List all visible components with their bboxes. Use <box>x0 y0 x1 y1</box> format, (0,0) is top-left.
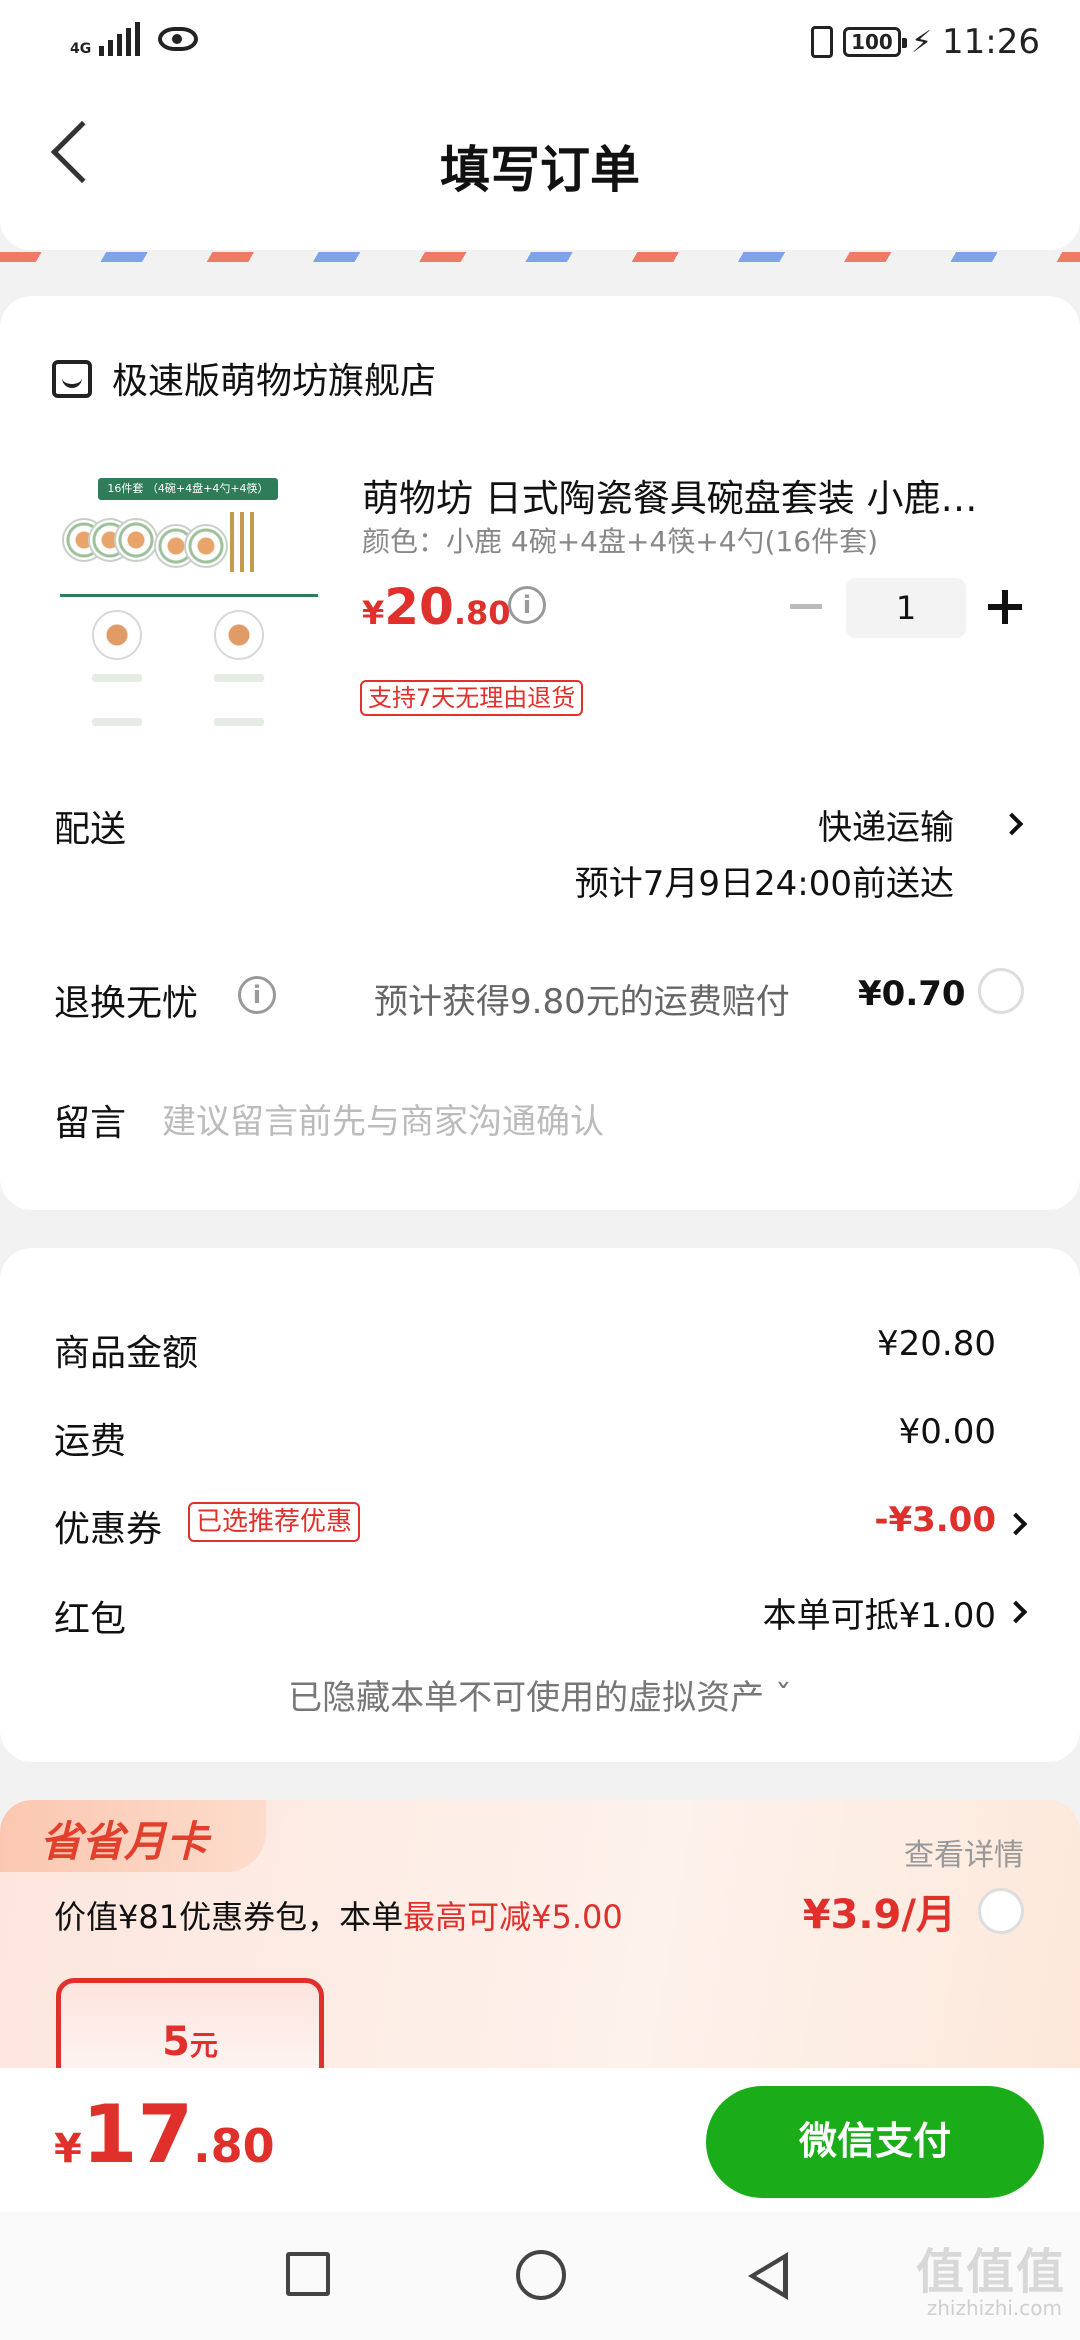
delivery-eta: 预计7月9日24:00前送达 <box>574 864 954 904</box>
order-card <box>0 296 1080 1210</box>
caption-bar <box>92 718 142 726</box>
product-thumbnail[interactable]: 16件套 （4碗+4盘+4勺+4筷） <box>54 468 324 738</box>
month-card-radio[interactable] <box>978 1888 1024 1934</box>
month-card-desc-highlight: 最高可减¥5.00 <box>403 1898 623 1936</box>
home-icon[interactable] <box>516 2250 566 2300</box>
wechat-pay-button[interactable]: 微信支付 <box>706 2086 1044 2198</box>
network-type: 4G <box>70 41 92 57</box>
product-spec[interactable]: 颜色：小鹿 4碗+4盘+4筷+4勺(16件套) <box>362 520 878 560</box>
return-insurance-label: 退换无忧 <box>54 983 199 1024</box>
quantity-plus-icon[interactable] <box>1002 590 1008 624</box>
message-label: 留言 <box>54 1103 127 1144</box>
coupon-selected-badge: 已选推荐优惠 <box>188 1502 361 1542</box>
goods-amount-value: ¥20.80 <box>877 1324 996 1364</box>
total-integer: 17 <box>81 2088 194 2181</box>
price-integer: 20 <box>384 578 454 636</box>
shipping-label: 运费 <box>54 1421 127 1462</box>
price-currency: ¥ <box>362 594 385 632</box>
view-details-link[interactable]: 查看详情 <box>904 1830 1024 1874</box>
signal-icon: 4G <box>70 22 141 57</box>
hidden-assets-toggle[interactable]: 已隐藏本单不可使用的虚拟资产 ˇ <box>0 1670 1080 1719</box>
eye-icon <box>158 27 199 51</box>
return-insurance-price: ¥0.70 <box>858 974 966 1014</box>
price-decimal: .80 <box>453 594 511 632</box>
quantity-minus-button[interactable] <box>790 604 822 609</box>
plate-image <box>92 610 142 660</box>
caption-bar <box>214 718 264 726</box>
bowl-image <box>214 610 264 660</box>
nav-back-icon[interactable] <box>748 2252 788 2300</box>
airmail-stripe-divider <box>0 252 1080 262</box>
caption-bar <box>214 674 264 682</box>
thumbnail-divider <box>60 594 318 597</box>
coupon-value[interactable]: -¥3.00 <box>874 1500 996 1540</box>
checkout-bar: ¥17.80 微信支付 <box>0 2068 1080 2212</box>
charging-icon: ⚡ <box>910 24 933 60</box>
chopstick-image <box>230 512 234 572</box>
goods-amount-label: 商品金额 <box>54 1333 199 1374</box>
message-input[interactable]: 建议留言前先与商家沟通确认 <box>162 1094 604 1143</box>
product-title[interactable]: 萌物坊 日式陶瓷餐具碗盘套装 小鹿… <box>362 468 1022 522</box>
chopstick-image <box>240 512 244 572</box>
month-card-price: ¥3.9/月 <box>802 1892 956 1938</box>
watermark-url: zhizhizhi.com <box>926 2296 1062 2320</box>
insurance-info-icon[interactable]: i <box>238 976 276 1014</box>
month-card-desc-prefix: 价值¥81优惠券包，本单 <box>54 1898 404 1936</box>
vibrate-icon <box>810 26 833 58</box>
return-policy-badge: 支持7天无理由退货 <box>360 680 584 716</box>
delivery-label: 配送 <box>54 809 127 850</box>
shipping-value: ¥0.00 <box>898 1412 996 1452</box>
month-card-promo: 省省月卡 查看详情 价值¥81优惠券包，本单最高可减¥5.00 ¥3.9/月 5… <box>0 1800 1080 2100</box>
caption-bar <box>92 674 142 682</box>
red-packet-value[interactable]: 本单可抵¥1.00 <box>763 1588 996 1637</box>
red-packet-label: 红包 <box>54 1599 127 1640</box>
bowl-image <box>114 518 158 562</box>
battery-icon: 100 <box>842 27 907 57</box>
return-insurance-radio[interactable] <box>978 968 1024 1014</box>
bowl-image <box>184 524 228 568</box>
quantity-input[interactable]: 1 <box>846 578 966 638</box>
watermark: 值值值 <box>915 2244 1066 2300</box>
status-bar: 4G 100 ⚡ 11:26 <box>0 0 1080 90</box>
coupon-amount-unit: 元 <box>189 2029 218 2062</box>
app-header: 填写订单 <box>0 90 1080 250</box>
return-insurance-desc: 预计获得9.80元的运费赔付 <box>374 982 790 1022</box>
clock: 11:26 <box>942 22 1040 62</box>
product-price: ¥20.80 <box>362 578 511 636</box>
delivery-method[interactable]: 快递运输 <box>818 800 954 849</box>
thumbnail-banner: 16件套 （4碗+4盘+4勺+4筷） <box>98 478 278 500</box>
month-card-tag-text: 省省月卡 <box>40 1817 209 1866</box>
page-title: 填写订单 <box>440 141 640 199</box>
total-currency: ¥ <box>54 2126 82 2172</box>
total-decimal: .80 <box>193 2119 275 2173</box>
shop-icon <box>52 360 92 398</box>
coupon-label: 优惠券 <box>54 1509 163 1550</box>
month-card-desc: 价值¥81优惠券包，本单最高可减¥5.00 <box>54 1892 623 1938</box>
recent-apps-icon[interactable] <box>286 2252 330 2296</box>
coupon-amount: 5元 <box>61 2019 319 2065</box>
chopstick-image <box>250 512 254 572</box>
month-card-tag: 省省月卡 <box>0 1800 266 1872</box>
coupon-amount-number: 5 <box>162 2019 190 2065</box>
shop-name[interactable]: 极速版萌物坊旗舰店 <box>112 352 436 404</box>
order-total: ¥17.80 <box>54 2088 275 2181</box>
price-info-icon[interactable]: i <box>508 586 546 624</box>
